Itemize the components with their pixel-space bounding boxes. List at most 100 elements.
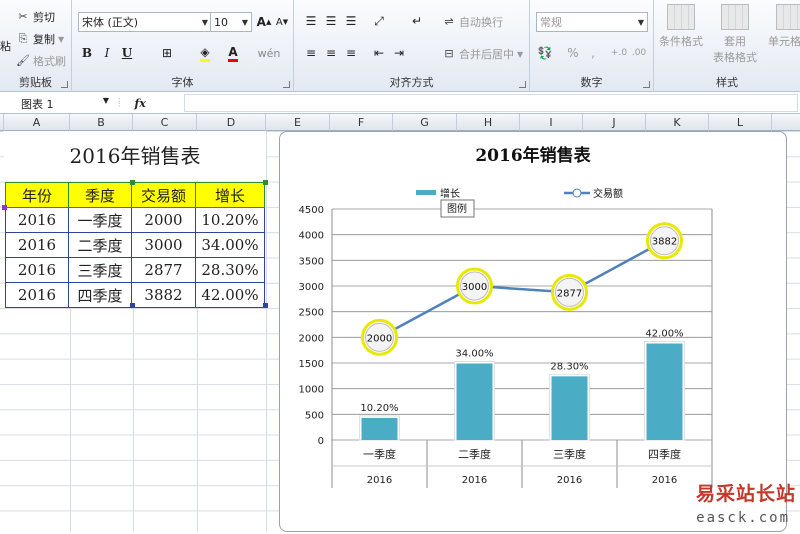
column-header-b[interactable]: B [70,114,133,131]
format-as-table-label-2: 表格格式 [713,51,757,64]
column-header-g[interactable]: G [393,114,457,131]
format-painter-button[interactable]: 🖌 格式刷 [16,53,66,69]
rtl-button[interactable]: ↵ [408,12,426,30]
column-header-d[interactable]: D [197,114,266,131]
insert-function-button[interactable]: fx [134,97,145,110]
bar-data-label: 28.30% [550,361,588,372]
cell-quarter[interactable]: 一季度 [68,207,132,233]
number-group: 常规 ▼ 💱 % , +.0 .00 数字 [530,0,654,92]
cell-growth[interactable]: 34.00% [195,232,265,258]
font-name-select[interactable]: 宋体 (正文) ▼ [78,12,212,32]
paste-button[interactable]: 粘 [0,38,11,54]
bar-growth [646,343,683,440]
formula-input[interactable] [184,94,798,112]
launcher-icon[interactable] [643,81,650,88]
align-center-button[interactable]: ≡ [322,44,340,62]
currency-button[interactable]: 💱 [536,44,554,62]
conditional-format-button[interactable]: 条件格式 [656,4,706,49]
number-format-select[interactable]: 常规 ▼ [536,12,648,32]
cell-quarter[interactable]: 三季度 [68,257,132,283]
cell-year[interactable]: 2016 [5,282,69,308]
cell-styles-button[interactable]: 单元格样 [760,4,800,49]
launcher-icon[interactable] [61,81,68,88]
name-box[interactable]: 图表 1 ▼ [18,94,112,112]
chart-object[interactable]: 2016年销售表 0 500 1000 1500 2000 2500 3000 3500 4000… [279,131,787,532]
y-tick-label: 4000 [299,231,324,242]
range-handle[interactable] [130,303,135,308]
increase-decimal-button[interactable]: +.0 [610,44,628,62]
decrease-font-button[interactable]: A ▼ [273,13,291,31]
cell-amount[interactable]: 3000 [131,232,196,258]
comma-button[interactable]: , [584,44,602,62]
watermark-text: 易采站长站 [695,483,796,505]
legend-tooltip-text: 图例 [447,202,467,215]
align-center-icon: ≡ [325,46,337,60]
cell-quarter[interactable]: 四季度 [68,282,132,308]
increase-font-button[interactable]: A ▲ [255,13,273,31]
cell-growth[interactable]: 10.20% [195,207,265,233]
bar-data-label: 42.00% [645,328,683,339]
column-header-c[interactable]: C [133,114,197,131]
table-row: 2016 三季度 2877 28.30% [5,257,265,283]
sheet-title-cell[interactable]: 2016年销售表 [4,131,266,181]
align-bottom-button[interactable]: ☰ [342,12,360,30]
column-header-f[interactable]: F [330,114,393,131]
chevron-down-icon: ▼ [517,49,524,59]
cell-amount[interactable]: 3882 [131,282,196,308]
cell-year[interactable]: 2016 [5,207,69,233]
cell-amount[interactable]: 2000 [131,207,196,233]
percent-button[interactable]: % [564,44,582,62]
italic-button[interactable]: I [98,44,116,62]
column-header-j[interactable]: J [583,114,646,131]
decrease-indent-button[interactable]: ⇤ [370,44,388,62]
decrease-decimal-button[interactable]: .00 [630,44,648,62]
format-as-table-button[interactable]: 套用 表格格式 [710,4,760,65]
border-button[interactable]: ⊞ [158,44,176,62]
range-handle[interactable] [130,180,135,185]
phonetic-button[interactable]: wén [258,44,281,62]
font-color-button[interactable]: A [224,44,242,62]
launcher-icon[interactable] [519,81,526,88]
chevron-down-icon: ▼ [102,96,109,105]
chevron-down-icon: ▼ [201,17,208,27]
align-left-button[interactable]: ≡ [302,44,320,62]
underline-button[interactable]: U [118,44,136,62]
column-header-l[interactable]: L [709,114,772,131]
orientation-button[interactable]: ⤢ [370,12,388,30]
font-size-select[interactable]: 10 ▼ [210,12,252,32]
header-cell-year[interactable]: 年份 [5,182,69,208]
cell-growth[interactable]: 42.00% [195,282,265,308]
y-tick-label: 3000 [299,282,324,293]
cell-year[interactable]: 2016 [5,232,69,258]
column-header-h[interactable]: H [457,114,520,131]
cell-quarter[interactable]: 二季度 [68,232,132,258]
ribbon: 粘 ✂ 剪切 ⎘ 复制 ▼ 🖌 格式刷 剪贴板 宋体 (正文) ▼ 10 ▼ A ▲ A ▼ B… [0,0,800,92]
cell-amount[interactable]: 2877 [131,257,196,283]
launcher-icon[interactable] [283,81,290,88]
header-cell-amount[interactable]: 交易额 [131,182,196,208]
wrap-text-button[interactable]: ⇌ 自动换行 [442,14,503,30]
cut-button[interactable]: ✂ 剪切 [16,9,55,25]
merge-center-button[interactable]: ⊟ 合并后居中 ▼ [442,46,523,62]
bold-button[interactable]: B [78,44,96,62]
range-handle[interactable] [263,303,268,308]
cell-growth[interactable]: 28.30% [195,257,265,283]
increase-decimal-icon: +.0 [610,48,628,58]
cell-year[interactable]: 2016 [5,257,69,283]
align-middle-button[interactable]: ☰ [322,12,340,30]
line-data-label: 3000 [462,282,487,293]
copy-button[interactable]: ⎘ 复制 ▼ [16,31,65,47]
range-handle[interactable] [2,205,7,210]
align-top-button[interactable]: ☰ [302,12,320,30]
header-cell-quarter[interactable]: 季度 [68,182,132,208]
fill-color-button[interactable]: ◈ [196,44,214,62]
range-handle[interactable] [263,180,268,185]
increase-indent-button[interactable]: ⇥ [390,44,408,62]
column-header-k[interactable]: K [646,114,709,131]
column-header-e[interactable]: E [266,114,330,131]
align-right-button[interactable]: ≡ [342,44,360,62]
header-cell-growth[interactable]: 增长 [195,182,265,208]
column-header-a[interactable]: A [4,114,70,131]
column-header-i[interactable]: I [520,114,583,131]
underline-icon: U [121,46,133,60]
